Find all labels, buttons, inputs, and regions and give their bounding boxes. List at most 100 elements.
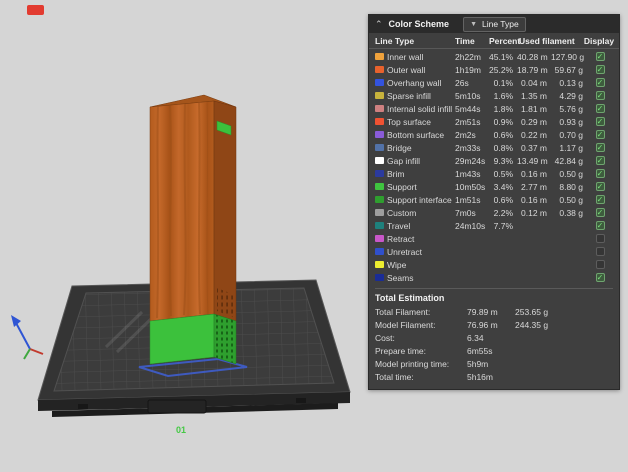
header-time: Time (455, 36, 489, 46)
percent-value: 0.6% (489, 195, 517, 205)
time-value: 1m51s (455, 195, 489, 205)
percent-value: 25.2% (489, 65, 517, 75)
line-type-label: Seams (387, 273, 455, 283)
percent-value: 2.2% (489, 208, 517, 218)
display-checkbox[interactable]: ✓ (596, 169, 605, 178)
total-label: Model printing time: (375, 359, 467, 369)
display-checkbox[interactable]: ✓ (596, 208, 605, 217)
line-type-label: Gap infill (387, 156, 455, 166)
table-row: Support interface1m51s0.6%0.16 m0.50 g✓ (369, 193, 619, 206)
totals-rows: Total Filament:79.89 m253.65 gModel Fila… (369, 305, 619, 383)
table-row: Sparse infill5m10s1.6%1.35 m4.29 g✓ (369, 89, 619, 102)
panel-title: Color Scheme (389, 19, 450, 29)
filament-meters-value: 2.77 m (517, 182, 551, 192)
line-type-swatch (375, 105, 384, 112)
bed-corner-label: 01 (176, 425, 186, 435)
display-checkbox[interactable]: ✓ (596, 130, 605, 139)
table-row: Bottom surface2m2s0.6%0.22 m0.70 g✓ (369, 128, 619, 141)
collapse-icon[interactable]: ⌃ (375, 20, 383, 29)
filament-meters-value: 0.29 m (517, 117, 551, 127)
total-row: Model Filament:76.96 m244.35 g (369, 318, 619, 331)
time-value: 2m2s (455, 130, 489, 140)
time-value: 24m10s (455, 221, 489, 231)
line-type-swatch (375, 235, 384, 242)
total-value-2: 253.65 g (515, 307, 613, 317)
display-checkbox[interactable] (596, 247, 605, 256)
filament-grams-value: 0.70 g (551, 130, 587, 140)
filament-grams-value: 0.38 g (551, 208, 587, 218)
bed-clip-right (296, 398, 306, 403)
time-value: 7m0s (455, 208, 489, 218)
display-checkbox[interactable]: ✓ (596, 78, 605, 87)
display-checkbox[interactable]: ✓ (596, 117, 605, 126)
filament-meters-value: 13.49 m (517, 156, 551, 166)
percent-value: 0.1% (489, 78, 517, 88)
line-type-swatch (375, 66, 384, 73)
table-row: Custom7m0s2.2%0.12 m0.38 g✓ (369, 206, 619, 219)
table-row: Retract (369, 232, 619, 245)
line-type-rows: Inner wall2h22m45.1%40.28 m127.90 g✓Oute… (369, 49, 619, 284)
total-label: Prepare time: (375, 346, 467, 356)
display-checkbox[interactable]: ✓ (596, 65, 605, 74)
line-type-label: Unretract (387, 247, 455, 257)
percent-value: 3.4% (489, 182, 517, 192)
filament-grams-value: 59.67 g (551, 65, 587, 75)
panel-header: ⌃ Color Scheme ▼ Line Type (369, 15, 619, 33)
total-label: Total Filament: (375, 307, 467, 317)
display-checkbox[interactable] (596, 234, 605, 243)
total-value-2: 244.35 g (515, 320, 613, 330)
line-type-label: Wipe (387, 260, 455, 270)
table-row: Support10m50s3.4%2.77 m8.80 g✓ (369, 180, 619, 193)
table-row: Overhang wall26s0.1%0.04 m0.13 g✓ (369, 76, 619, 89)
display-checkbox[interactable]: ✓ (596, 273, 605, 282)
display-checkbox[interactable]: ✓ (596, 221, 605, 230)
percent-value: 7.7% (489, 221, 517, 231)
line-type-label: Retract (387, 234, 455, 244)
model-front-face (150, 101, 214, 321)
time-value: 29m24s (455, 156, 489, 166)
display-checkbox[interactable]: ✓ (596, 182, 605, 191)
view-type-dropdown[interactable]: ▼ Line Type (463, 17, 526, 32)
line-type-label: Inner wall (387, 52, 455, 62)
total-value-1: 79.89 m (467, 307, 515, 317)
filament-meters-value: 0.16 m (517, 195, 551, 205)
line-type-swatch (375, 79, 384, 86)
line-type-swatch (375, 170, 384, 177)
time-value: 5m44s (455, 104, 489, 114)
time-value: 2m51s (455, 117, 489, 127)
time-value: 2h22m (455, 52, 489, 62)
display-checkbox[interactable]: ✓ (596, 195, 605, 204)
total-value-1: 6m55s (467, 346, 515, 356)
display-checkbox[interactable]: ✓ (596, 143, 605, 152)
filament-meters-value: 0.16 m (517, 169, 551, 179)
line-type-swatch (375, 248, 384, 255)
display-checkbox[interactable] (596, 260, 605, 269)
percent-value: 1.6% (489, 91, 517, 101)
table-row: Wipe (369, 258, 619, 271)
line-type-label: Sparse infill (387, 91, 455, 101)
filament-grams-value: 42.84 g (551, 156, 587, 166)
total-row: Prepare time:6m55s (369, 344, 619, 357)
filament-grams-value: 127.90 g (551, 52, 587, 62)
total-row: Total Filament:79.89 m253.65 g (369, 305, 619, 318)
line-type-label: Outer wall (387, 65, 455, 75)
time-value: 1m43s (455, 169, 489, 179)
display-checkbox[interactable]: ✓ (596, 52, 605, 61)
header-line-type: Line Type (375, 36, 455, 46)
filament-grams-value: 5.76 g (551, 104, 587, 114)
display-checkbox[interactable]: ✓ (596, 91, 605, 100)
filament-grams-value: 1.17 g (551, 143, 587, 153)
line-type-swatch (375, 183, 384, 190)
time-value: 5m10s (455, 91, 489, 101)
percent-value: 0.6% (489, 130, 517, 140)
bed-clip-left (78, 404, 88, 409)
percent-value: 1.8% (489, 104, 517, 114)
total-value-1: 5h9m (467, 359, 515, 369)
display-checkbox[interactable]: ✓ (596, 104, 605, 113)
model-right-face (214, 101, 236, 321)
filament-grams-value: 8.80 g (551, 182, 587, 192)
table-row: Outer wall1h19m25.2%18.79 m59.67 g✓ (369, 63, 619, 76)
display-checkbox[interactable]: ✓ (596, 156, 605, 165)
total-label: Model Filament: (375, 320, 467, 330)
filament-grams-value: 0.50 g (551, 169, 587, 179)
